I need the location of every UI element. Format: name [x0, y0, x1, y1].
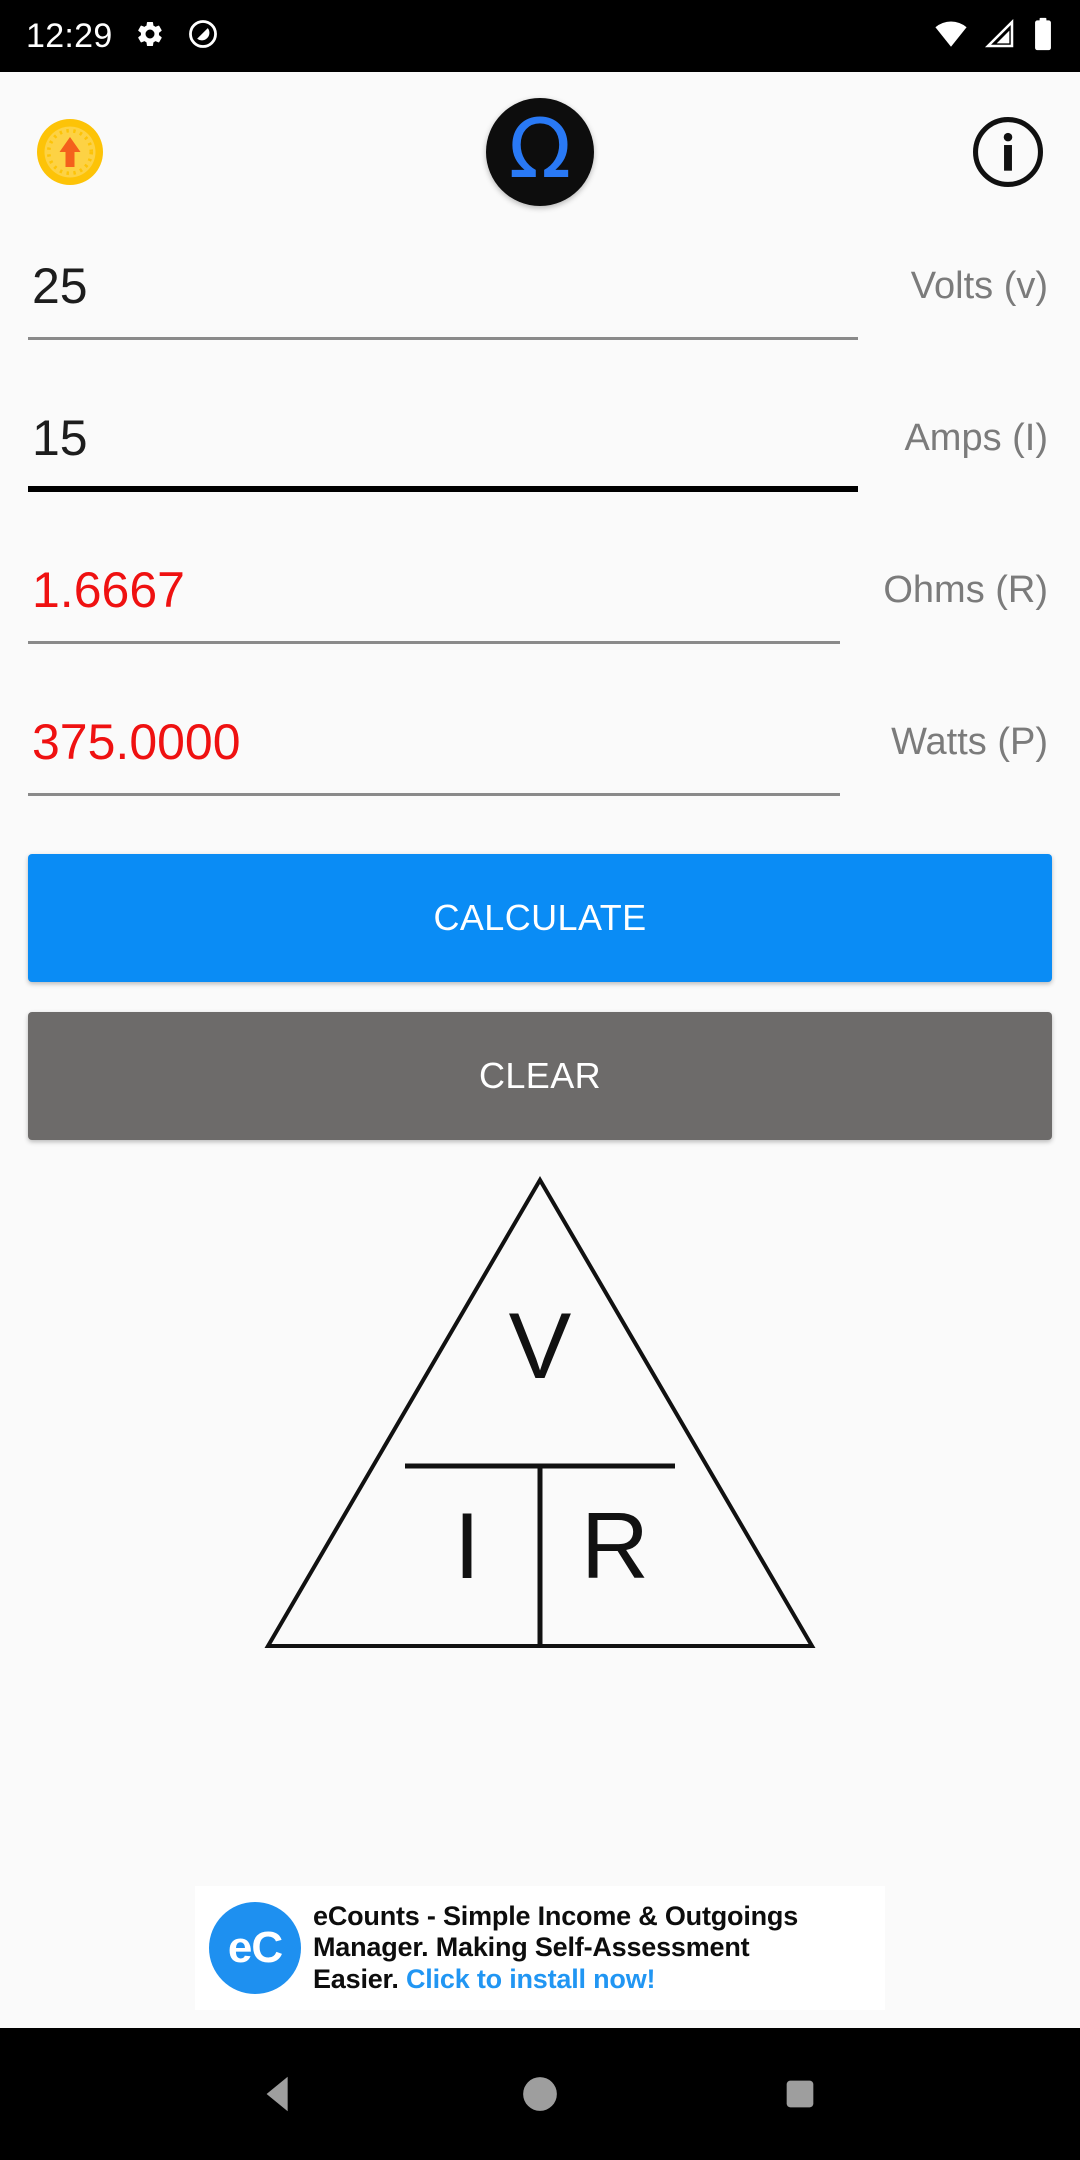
cellular-signal-icon: [984, 18, 1016, 55]
ad-line-2: Manager. Making Self-Assessment: [313, 1932, 750, 1963]
triangle-label-i: I: [454, 1493, 480, 1598]
phone-screen: 12:29 Ω 25 Volts (v) 15 Amps (I) 1.6667 …: [0, 0, 1080, 2160]
ad-line-1: eCounts - Simple Income & Outgoings: [313, 1901, 799, 1932]
watts-label: Watts (P): [891, 721, 1048, 763]
ohms-label: Ohms (R): [883, 569, 1048, 611]
amps-label: Amps (I): [904, 417, 1048, 459]
battery-icon: [1032, 17, 1054, 56]
do-not-disturb-icon: [187, 18, 219, 55]
field-list: 25 Volts (v) 15 Amps (I) 1.6667 Ohms (R)…: [0, 232, 1080, 840]
info-icon[interactable]: [970, 114, 1046, 190]
status-bar-right: [934, 17, 1054, 56]
amps-value: 15: [32, 410, 88, 466]
action-buttons: CALCULATE CLEAR: [0, 840, 1080, 1140]
back-triangle-icon[interactable]: [240, 2054, 320, 2134]
field-row-amps: 15 Amps (I): [28, 384, 1052, 536]
ohms-input[interactable]: 1.6667: [28, 536, 858, 644]
volts-input[interactable]: 25: [28, 232, 858, 340]
ad-line-3-prefix: Easier.: [313, 1963, 406, 1994]
status-bar: 12:29: [0, 0, 1080, 72]
volts-label: Volts (v): [910, 265, 1048, 307]
status-bar-clock: 12:29: [26, 17, 113, 55]
field-row-ohms: 1.6667 Ohms (R): [28, 536, 1052, 688]
ad-cta-link[interactable]: Click to install now!: [406, 1964, 656, 1994]
amps-underline: [28, 486, 858, 492]
ohms-law-triangle: V I R: [0, 1140, 1080, 1886]
home-circle-icon[interactable]: [500, 2054, 580, 2134]
recents-square-icon[interactable]: [760, 2054, 840, 2134]
watts-underline: [28, 793, 840, 796]
ohms-value: 1.6667: [32, 562, 185, 618]
gear-icon: [135, 19, 165, 54]
ad-banner-container: eC eCounts - Simple Income & Outgoings M…: [0, 1886, 1080, 2028]
calculate-button[interactable]: CALCULATE: [28, 854, 1052, 982]
ad-banner[interactable]: eC eCounts - Simple Income & Outgoings M…: [195, 1886, 885, 2010]
watts-value: 375.0000: [32, 714, 241, 770]
app-header: Ω: [0, 72, 1080, 232]
volts-value: 25: [32, 258, 88, 314]
omega-symbol: Ω: [508, 102, 572, 197]
amps-input[interactable]: 15: [28, 384, 858, 492]
ad-text-block: eCounts - Simple Income & Outgoings Mana…: [313, 1901, 798, 1995]
volts-underline: [28, 337, 858, 340]
omega-logo-icon[interactable]: Ω: [486, 98, 594, 206]
ohms-underline: [28, 641, 840, 644]
watts-input[interactable]: 375.0000: [28, 688, 858, 796]
android-nav-bar: [0, 2028, 1080, 2160]
wifi-icon: [934, 17, 968, 56]
triangle-label-v: V: [509, 1293, 572, 1398]
field-row-watts: 375.0000 Watts (P): [28, 688, 1052, 840]
field-row-volts: 25 Volts (v): [28, 232, 1052, 384]
status-bar-left: 12:29: [26, 18, 219, 55]
ad-logo-label: eC: [227, 1923, 283, 1972]
clear-button[interactable]: CLEAR: [28, 1012, 1052, 1140]
coin-upgrade-icon[interactable]: [34, 116, 106, 188]
ad-line-3: Easier. Click to install now!: [313, 1964, 798, 1995]
ecounts-logo-icon: eC: [209, 1902, 301, 1994]
triangle-label-r: R: [581, 1493, 649, 1598]
